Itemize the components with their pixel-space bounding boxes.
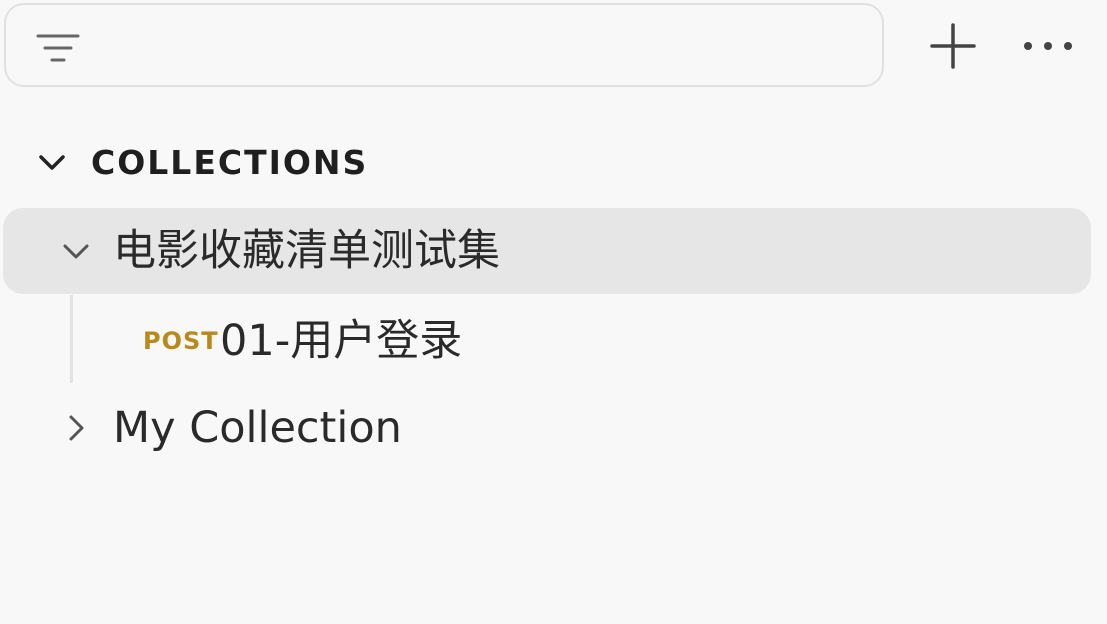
chevron-down-icon — [30, 141, 74, 185]
collection-item[interactable]: 电影收藏清单测试集 — [3, 208, 1091, 294]
sidebar-toolbar — [0, 0, 1107, 100]
filter-input[interactable] — [4, 3, 884, 87]
more-horizontal-icon — [1024, 42, 1072, 50]
filter-icon — [36, 34, 80, 62]
collection-item[interactable]: My Collection — [3, 385, 1091, 471]
add-collection-button[interactable] — [925, 18, 981, 74]
collections-section-header[interactable]: COLLECTIONS — [30, 134, 368, 192]
plus-icon — [930, 23, 976, 69]
collection-name: My Collection — [113, 403, 402, 453]
chevron-down-icon[interactable] — [55, 230, 97, 272]
request-name: 01-用户登录 — [220, 316, 463, 366]
collection-name: 电影收藏清单测试集 — [113, 226, 500, 276]
method-badge: POST — [143, 327, 219, 355]
section-title: COLLECTIONS — [91, 143, 369, 182]
chevron-right-icon[interactable] — [55, 407, 97, 449]
more-options-button[interactable] — [1020, 18, 1076, 74]
request-item[interactable]: POST 01-用户登录 — [3, 298, 1091, 384]
